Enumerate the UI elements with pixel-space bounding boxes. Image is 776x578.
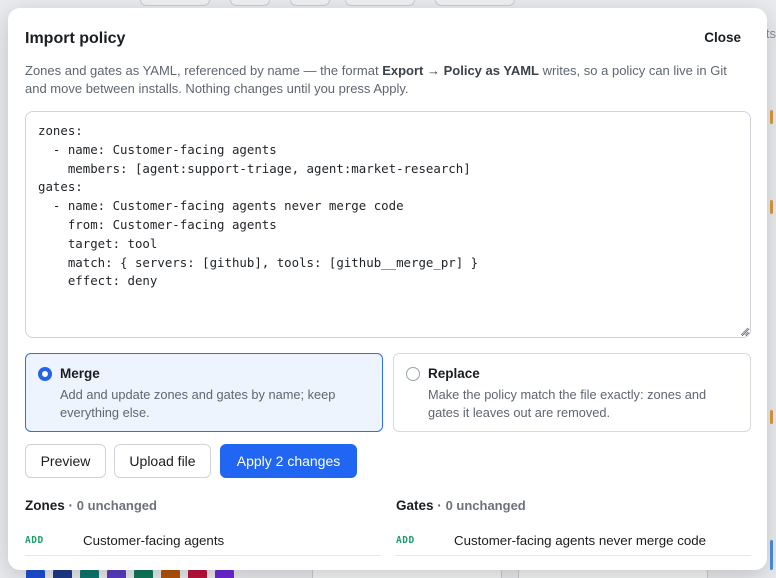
close-button[interactable]: Close — [704, 30, 741, 45]
backdrop-edge-line — [770, 540, 773, 570]
dialog-header: Import policy Close — [25, 28, 750, 50]
heading-separator: · — [437, 498, 442, 513]
zones-section-heading: Zones · 0 unchanged — [25, 498, 380, 514]
backdrop-edge-line — [770, 200, 773, 214]
zone-name: Customer-facing agents — [83, 533, 225, 548]
list-item: ADD Customer-facing agents — [25, 530, 380, 556]
yaml-input[interactable] — [25, 111, 751, 338]
add-badge: ADD — [396, 535, 415, 546]
gates-unchanged-count: 0 unchanged — [445, 498, 526, 513]
replace-option[interactable]: Replace Make the policy match the file e… — [393, 353, 751, 432]
description-text: Zones and gates as YAML, referenced by n… — [25, 63, 383, 78]
zones-changes-section: Zones · 0 unchanged ADD Customer-facing … — [25, 498, 380, 556]
backdrop-toolbar-pill — [345, 0, 415, 6]
dialog-description: Zones and gates as YAML, referenced by n… — [25, 62, 735, 98]
merge-option-description: Add and update zones and gates by name; … — [60, 387, 336, 420]
zones-unchanged-count: 0 unchanged — [76, 498, 157, 513]
upload-file-button[interactable]: Upload file — [114, 444, 211, 478]
backdrop-edge-line — [770, 410, 773, 424]
gates-section-heading: Gates · 0 unchanged — [396, 498, 751, 514]
backdrop-partial-label: ts — [765, 26, 776, 41]
backdrop-toolbar-pill — [140, 0, 210, 6]
list-item: ADD Customer-facing agents never merge c… — [396, 530, 751, 556]
merge-option[interactable]: Merge Add and update zones and gates by … — [25, 353, 383, 432]
gates-changes-section: Gates · 0 unchanged ADD Customer-facing … — [396, 498, 751, 556]
replace-option-title: Replace — [428, 366, 480, 381]
preview-button[interactable]: Preview — [25, 444, 106, 478]
replace-option-description: Make the policy match the file exactly: … — [428, 387, 707, 420]
backdrop-toolbar-pill — [230, 0, 270, 6]
merge-radio[interactable] — [38, 367, 52, 381]
apply-changes-button[interactable]: Apply 2 changes — [220, 444, 357, 478]
dialog-title: Import policy — [25, 30, 126, 47]
export-menu-reference: Export → Policy as YAML — [382, 63, 539, 78]
gate-name: Customer-facing agents never merge code — [454, 533, 707, 548]
gates-heading-label: Gates — [396, 498, 434, 513]
backdrop-edge-line — [770, 110, 773, 124]
add-badge: ADD — [25, 535, 44, 546]
replace-radio[interactable] — [406, 367, 420, 381]
import-policy-dialog: Import policy Close Zones and gates as Y… — [8, 8, 767, 570]
zones-heading-label: Zones — [25, 498, 65, 513]
backdrop-toolbar-pill — [435, 0, 515, 6]
merge-option-title: Merge — [60, 366, 100, 381]
resize-grip-icon[interactable] — [739, 326, 749, 336]
heading-separator: · — [68, 498, 74, 513]
backdrop-toolbar-pill — [290, 0, 330, 6]
